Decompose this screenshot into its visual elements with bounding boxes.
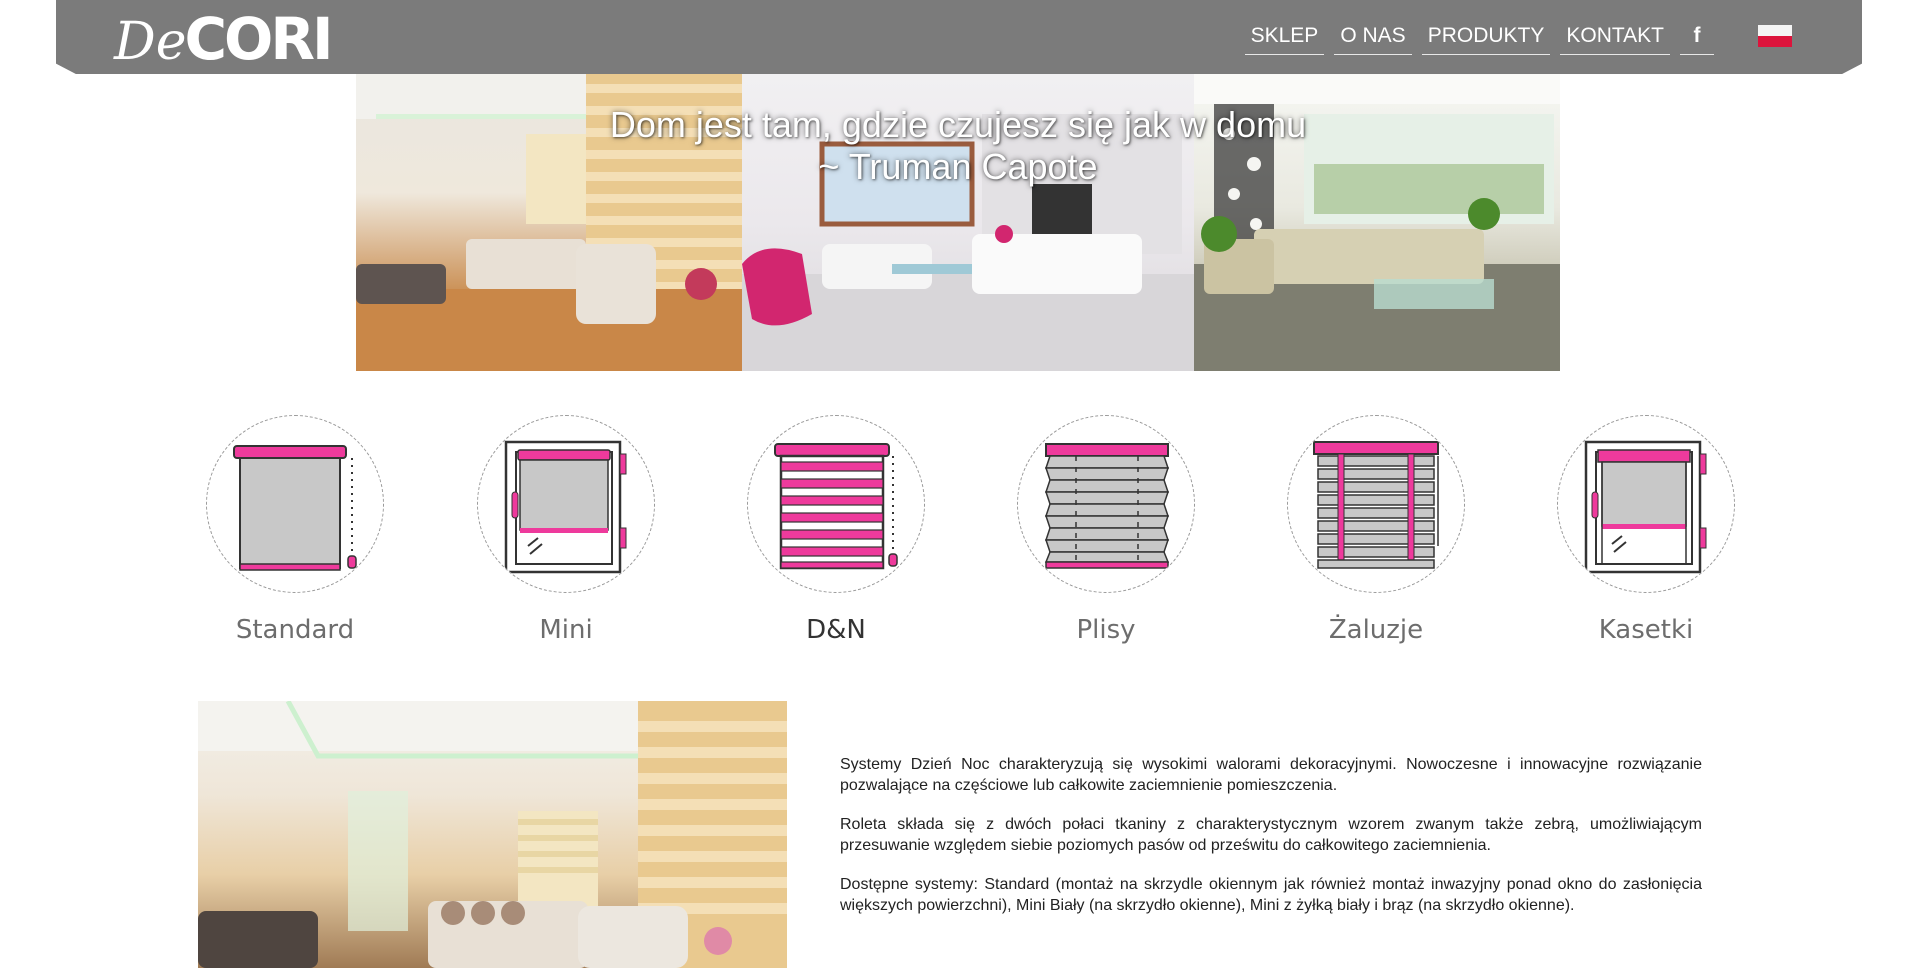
product-photo-dn-living-room [198, 701, 787, 968]
nav-o-nas[interactable]: O NAS [1334, 20, 1412, 55]
product-categories: Standard Mini D&N Plisy Żaluzje Kasetki [160, 415, 1780, 655]
product-mini[interactable]: Mini [431, 415, 701, 645]
cassette-blind-icon [1557, 415, 1735, 593]
nav-sklep[interactable]: SKLEP [1244, 20, 1325, 55]
product-zaluzje[interactable]: Żaluzje [1241, 415, 1511, 645]
product-dn[interactable]: D&N [701, 415, 971, 645]
hero-quote: Dom jest tam, gdzie czujesz się jak w do… [356, 104, 1560, 188]
product-label-standard: Standard [235, 615, 355, 645]
hero-banner: Dom jest tam, gdzie czujesz się jak w do… [356, 74, 1560, 371]
product-plisy[interactable]: Plisy [971, 415, 1241, 645]
description-paragraph-1: Systemy Dzień Noc charakteryzują się wys… [840, 756, 1702, 794]
logo-cori-text: CORI [184, 5, 333, 73]
hero-quote-author: ~ Truman Capote [818, 146, 1098, 187]
product-label-kasetki: Kasetki [1598, 615, 1694, 645]
nav-produkty[interactable]: PRODUKTY [1421, 20, 1551, 55]
product-label-dn: D&N [806, 615, 866, 645]
mini-roller-blind-icon [477, 415, 655, 593]
decori-logo[interactable]: De CORI [114, 5, 334, 73]
hero-quote-text: Dom jest tam, gdzie czujesz się jak w do… [609, 104, 1307, 145]
standard-roller-blind-icon [206, 415, 384, 593]
site-header: De CORI SKLEP O NAS PRODUKTY KONTAKT f [56, 0, 1862, 74]
product-standard[interactable]: Standard [160, 415, 430, 645]
polish-flag-icon[interactable] [1758, 25, 1792, 47]
nav-kontakt[interactable]: KONTAKT [1560, 20, 1670, 55]
facebook-icon[interactable]: f [1680, 20, 1714, 55]
venetian-blind-icon [1287, 415, 1465, 593]
main-nav: SKLEP O NAS PRODUKTY KONTAKT f [1244, 20, 1714, 55]
product-label-zaluzje: Żaluzje [1328, 615, 1424, 645]
pleated-blind-icon [1017, 415, 1195, 593]
product-label-mini: Mini [539, 615, 593, 645]
day-night-blind-icon [747, 415, 925, 593]
description-paragraph-2: Roleta składa się z dwóch połaci tkaniny… [840, 816, 1702, 854]
product-label-plisy: Plisy [1076, 615, 1136, 645]
description-paragraph-3: Dostępne systemy: Standard (montaż na sk… [840, 876, 1702, 914]
logo-de-text: De [114, 12, 187, 72]
product-kasetki[interactable]: Kasetki [1511, 415, 1781, 645]
product-description: Systemy Dzień Noc charakteryzują się wys… [840, 754, 1702, 934]
